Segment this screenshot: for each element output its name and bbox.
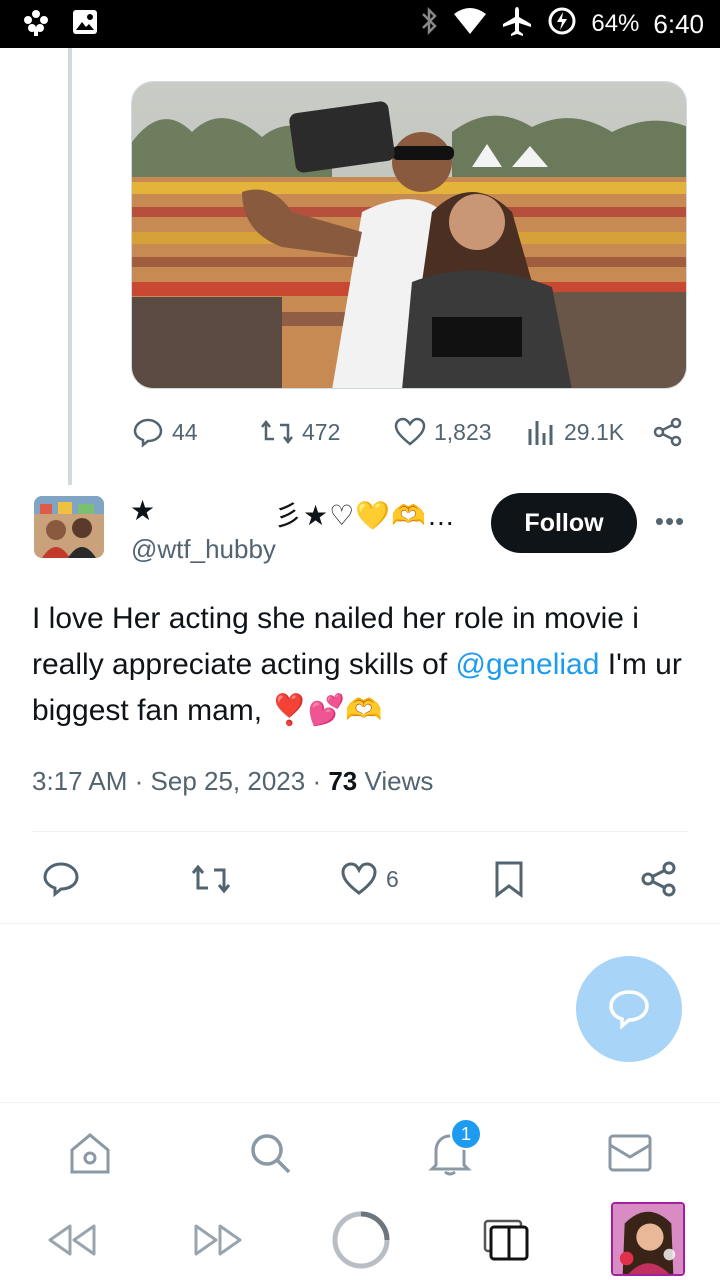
like-count-button[interactable]: 1,823 — [394, 412, 492, 452]
bookmark-button[interactable] — [492, 858, 526, 900]
like-count: 1,823 — [434, 418, 492, 445]
recent-apps-icon — [483, 1219, 529, 1261]
home-circle-icon — [332, 1211, 390, 1269]
tweet-text: I love Her acting she nailed her role in… — [32, 596, 698, 734]
follow-button[interactable]: Follow — [491, 493, 637, 553]
author-avatar[interactable] — [34, 496, 104, 558]
heart-icon — [394, 417, 426, 446]
bookmark-icon — [495, 861, 523, 898]
views-chart-icon — [528, 421, 553, 445]
wifi-icon — [453, 7, 487, 42]
reply-icon — [133, 418, 163, 448]
tweet-date: Sep 25, 2023 — [150, 766, 306, 796]
retweet-icon — [261, 419, 293, 445]
app-notification-icon — [22, 8, 50, 41]
status-bar: 64% 6:40 — [0, 0, 720, 48]
share-button[interactable] — [652, 412, 684, 452]
gallery-notification-icon — [72, 9, 98, 40]
more-options-button[interactable]: ••• — [652, 506, 688, 536]
retweet-count: 472 — [302, 418, 341, 445]
battery-charging-icon — [547, 6, 577, 43]
battery-percent: 64% — [591, 10, 640, 37]
view-count-button[interactable]: 29.1K — [526, 412, 624, 452]
meta-separator: · — [127, 766, 151, 796]
selfie-photo — [132, 82, 686, 388]
reply-icon — [43, 862, 79, 897]
divider — [32, 831, 688, 832]
name-decoration: 彡★♡💛🫶… — [274, 500, 456, 531]
share-button[interactable] — [640, 858, 678, 900]
parent-tweet-stats: 44 472 1,823 29.1K — [130, 412, 690, 452]
reply-button[interactable] — [42, 858, 80, 900]
home-system-button[interactable] — [330, 1208, 392, 1272]
share-icon — [641, 861, 676, 897]
profile-thumbnail-image — [613, 1204, 683, 1274]
retweet-button[interactable] — [190, 858, 232, 900]
retweet-icon — [191, 864, 231, 894]
name-star: ★ — [130, 495, 156, 526]
system-nav-bar — [0, 1200, 720, 1280]
tweet-emojis: ❣️💕🫶 — [270, 694, 383, 727]
mention-link[interactable]: @geneliad — [456, 648, 600, 681]
fast-forward-button[interactable] — [190, 1208, 246, 1272]
share-icon — [653, 417, 682, 447]
like-button[interactable]: 6 — [340, 858, 399, 900]
tweet-views-label[interactable]: Views — [364, 766, 433, 796]
nav-search[interactable] — [246, 1129, 294, 1177]
tweet-meta: 3:17 AM · Sep 25, 2023 · 73 Views — [32, 766, 433, 797]
compose-reply-fab[interactable] — [576, 956, 682, 1062]
search-icon — [251, 1134, 291, 1174]
nav-messages[interactable] — [606, 1129, 654, 1177]
fast-forward-icon — [194, 1224, 242, 1256]
bluetooth-icon — [419, 6, 439, 43]
rewind-button[interactable] — [44, 1208, 100, 1272]
tweet-views-count: 73 — [328, 766, 358, 796]
mail-icon — [608, 1134, 652, 1172]
meta-separator: · — [305, 766, 329, 796]
notification-badge: 1 — [450, 1118, 482, 1150]
heart-icon — [341, 862, 377, 895]
tweet-media-image[interactable] — [131, 81, 687, 389]
author-display-name[interactable]: ★ 彡★♡💛🫶… — [130, 494, 470, 531]
view-count: 29.1K — [564, 418, 625, 445]
profile-thumbnail-button[interactable] — [611, 1202, 685, 1276]
bottom-nav-bar: 1 — [0, 1102, 720, 1200]
reply-bubble-icon — [609, 990, 649, 1030]
like-count: 6 — [386, 865, 399, 892]
retweet-count-button[interactable]: 472 — [260, 412, 340, 452]
divider — [0, 923, 720, 924]
reply-count: 44 — [172, 418, 198, 445]
rewind-icon — [48, 1224, 96, 1256]
author-handle[interactable]: @wtf_hubby — [131, 534, 276, 565]
thread-connector-line — [68, 48, 72, 485]
tweet-time: 3:17 AM — [32, 766, 128, 796]
nav-home[interactable] — [66, 1129, 114, 1177]
airplane-mode-icon — [501, 5, 533, 44]
recent-apps-button[interactable] — [478, 1208, 534, 1272]
clock: 6:40 — [653, 8, 704, 39]
reply-count-button[interactable]: 44 — [132, 412, 198, 452]
home-icon — [70, 1133, 110, 1174]
